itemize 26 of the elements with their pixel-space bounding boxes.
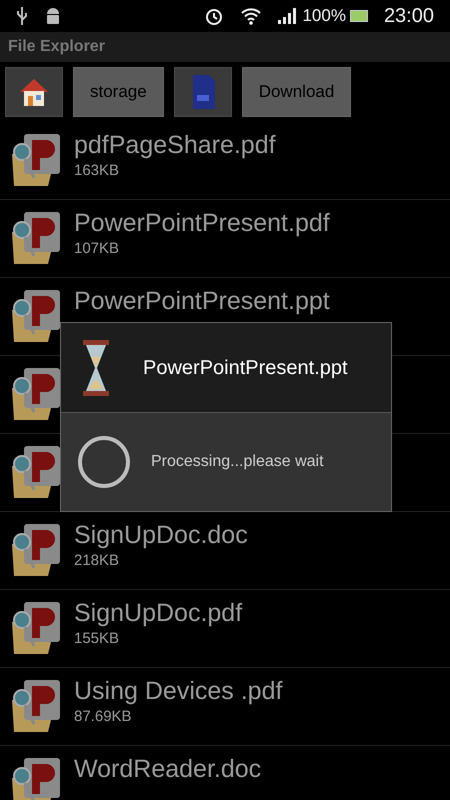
alarm-clock-icon xyxy=(204,6,224,26)
file-name[interactable]: PowerPointPresent.ppt xyxy=(74,286,330,316)
signal-icon xyxy=(278,8,298,24)
file-name[interactable]: PowerPointPresent.pdf xyxy=(74,208,330,238)
dialog-title: PowerPointPresent.ppt xyxy=(143,356,348,380)
loading-spinner-icon xyxy=(77,435,131,489)
usb-icon xyxy=(16,6,28,26)
file-size: 163KB xyxy=(74,161,120,181)
wifi-icon xyxy=(240,7,262,25)
battery-icon xyxy=(350,10,368,22)
clock-time: 23:00 xyxy=(384,4,434,29)
android-icon xyxy=(44,6,62,26)
home-button[interactable] xyxy=(5,67,63,117)
file-size: 218KB xyxy=(74,551,120,571)
file-name[interactable]: pdfPageShare.pdf xyxy=(74,130,276,160)
dialog-message: Processing...please wait xyxy=(151,452,324,472)
file-size: 107KB xyxy=(74,239,120,259)
battery-percentage: 100% xyxy=(302,5,346,28)
file-name[interactable]: SignUpDoc.doc xyxy=(74,520,248,550)
file-name[interactable]: SignUpDoc.pdf xyxy=(74,598,242,628)
file-size: 155KB xyxy=(74,629,120,649)
app-title: File Explorer xyxy=(8,37,105,57)
file-size: 87.69KB xyxy=(74,707,133,727)
hourglass-icon xyxy=(81,338,111,396)
file-name[interactable]: Using Devices .pdf xyxy=(74,676,282,706)
file-name[interactable]: WordReader.doc xyxy=(74,754,262,784)
